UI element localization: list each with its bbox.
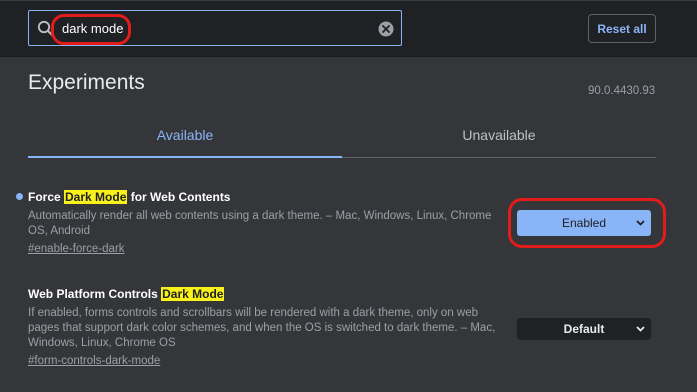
header-divider: [0, 56, 697, 57]
select-value: Enabled: [561, 216, 607, 230]
modified-indicator: [16, 193, 23, 200]
active-tab-indicator: [28, 156, 342, 158]
experiment-title: Web Platform Controls Dark Mode: [28, 287, 225, 301]
search-highlight: Dark Mode: [64, 190, 128, 204]
tab-unavailable[interactable]: Unavailable: [342, 127, 656, 147]
chevron-down-icon: [636, 326, 645, 332]
experiment-link[interactable]: #form-controls-dark-mode: [28, 355, 160, 367]
reset-all-button[interactable]: Reset all: [588, 14, 656, 43]
tab-available[interactable]: Available: [28, 127, 342, 147]
experiment-form-controls-dark: Web Platform Controls Dark Mode If enabl…: [28, 287, 508, 369]
search-box[interactable]: [28, 10, 402, 46]
version-number: 90.0.4430.93: [588, 85, 656, 97]
form-controls-select[interactable]: Default: [517, 318, 651, 340]
clear-circle-icon[interactable]: [378, 21, 394, 37]
search-icon: [37, 20, 54, 37]
search-input[interactable]: [62, 18, 362, 38]
select-value: Default: [563, 322, 605, 336]
search-highlight: Dark Mode: [161, 287, 225, 301]
experiment-description: Automatically render all web contents us…: [28, 210, 492, 237]
experiment-link[interactable]: #enable-force-dark: [28, 243, 125, 255]
page-title: Experiments: [28, 71, 145, 94]
experiment-title: Force Dark Mode for Web Contents: [28, 190, 231, 204]
chevron-down-icon: [636, 220, 645, 226]
experiment-force-dark: Force Dark Mode for Web Contents Automat…: [28, 190, 508, 257]
experiment-description: If enabled, forms controls and scrollbar…: [28, 307, 496, 349]
force-dark-select[interactable]: Enabled: [517, 210, 651, 236]
